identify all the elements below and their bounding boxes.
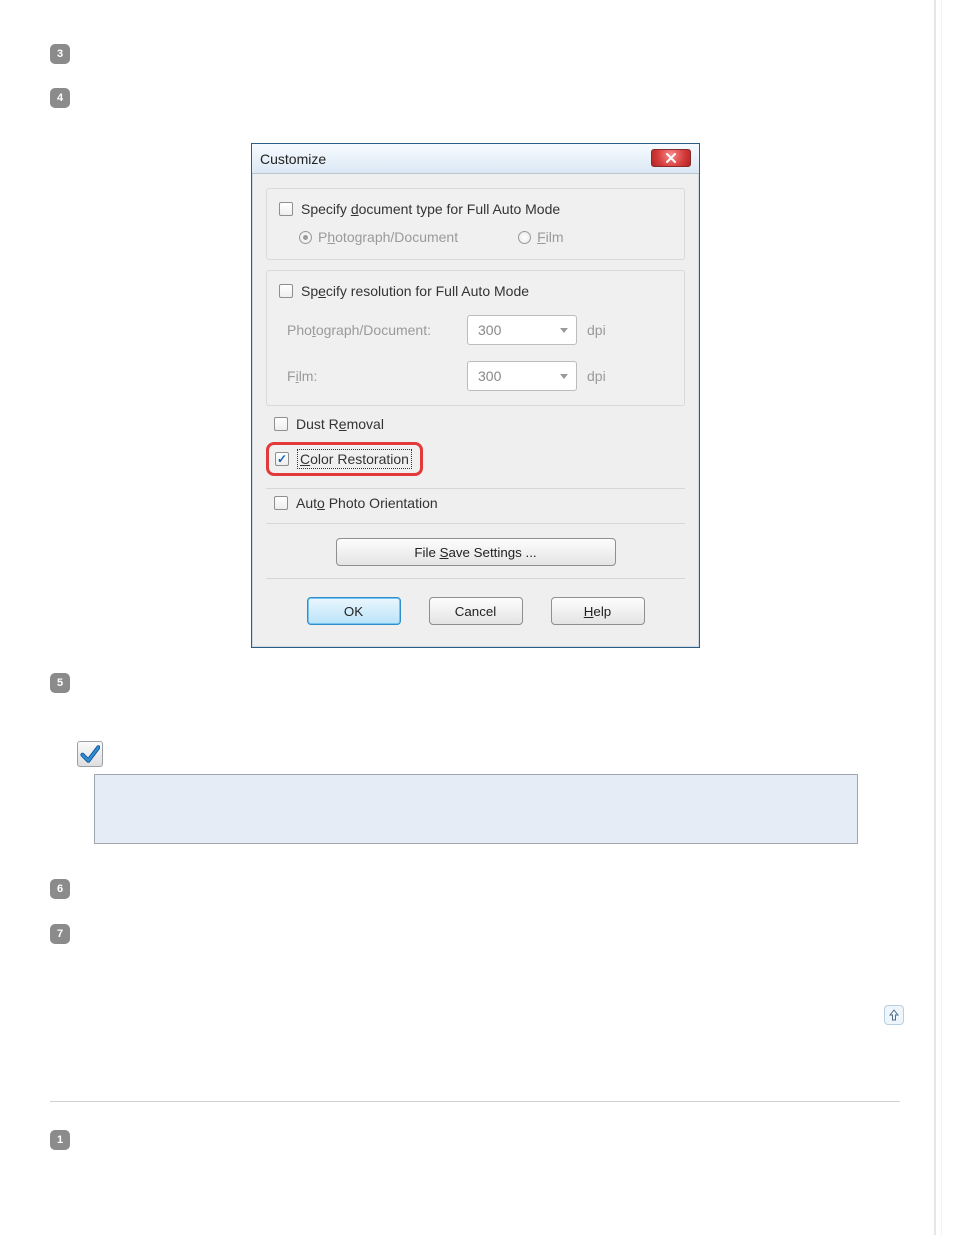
dust-removal-label: Dust Removal: [296, 416, 384, 432]
specify-doc-type-label: Specify document type for Full Auto Mode: [301, 201, 560, 217]
page-right-edge-2: [941, 0, 942, 1235]
step-badge-6: 6: [50, 879, 70, 899]
dialog-title: Customize: [260, 151, 326, 167]
res-film-label: Film:: [287, 368, 467, 384]
check-icon: [77, 741, 103, 767]
resolution-group: Specify resolution for Full Auto Mode Ph…: [266, 270, 685, 406]
arrow-up-icon: [889, 1009, 899, 1021]
auto-photo-orientation-label: Auto Photo Orientation: [296, 495, 438, 511]
divider: [266, 523, 685, 524]
chevron-down-icon: [560, 328, 568, 333]
doc-type-group: Specify document type for Full Auto Mode…: [266, 188, 685, 260]
res-photo-unit: dpi: [587, 322, 606, 338]
res-photo-value: 300: [478, 322, 501, 338]
close-button[interactable]: [651, 149, 691, 167]
customize-dialog: Customize Specify document type for Full…: [251, 143, 700, 648]
cancel-button[interactable]: Cancel: [429, 597, 523, 625]
section-divider: [50, 1101, 900, 1102]
chevron-down-icon: [560, 374, 568, 379]
file-save-settings-button[interactable]: File Save Settings ...: [336, 538, 616, 566]
step-badge-1: 1: [50, 1130, 70, 1150]
res-photo-combo[interactable]: 300: [467, 315, 577, 345]
step-badge-3: 3: [50, 44, 70, 64]
specify-resolution-label: Specify resolution for Full Auto Mode: [301, 283, 529, 299]
radio-film[interactable]: [518, 231, 531, 244]
step-badge-4: 4: [50, 88, 70, 108]
page-right-edge: [934, 0, 936, 1235]
res-film-unit: dpi: [587, 368, 606, 384]
note-box: [94, 774, 858, 844]
dialog-body: Specify document type for Full Auto Mode…: [252, 174, 699, 647]
divider: [266, 488, 685, 489]
divider: [266, 578, 685, 579]
titlebar: Customize: [252, 144, 699, 174]
specify-doc-type-checkbox[interactable]: [279, 202, 293, 216]
step-badge-5: 5: [50, 673, 70, 693]
res-film-combo[interactable]: 300: [467, 361, 577, 391]
res-photo-label: Photograph/Document:: [287, 322, 467, 338]
help-button[interactable]: Help: [551, 597, 645, 625]
close-icon: [665, 152, 677, 164]
auto-photo-orientation-checkbox[interactable]: [274, 496, 288, 510]
color-restoration-highlight: Color Restoration: [266, 442, 423, 476]
radio-photograph-document-label: Photograph/Document: [318, 229, 458, 245]
specify-resolution-checkbox[interactable]: [279, 284, 293, 298]
dust-removal-checkbox[interactable]: [274, 417, 288, 431]
ok-button[interactable]: OK: [307, 597, 401, 625]
step-badge-7: 7: [50, 924, 70, 944]
radio-film-label: Film: [537, 229, 563, 245]
color-restoration-label: Color Restoration: [297, 449, 412, 469]
radio-photograph-document[interactable]: [299, 231, 312, 244]
res-film-value: 300: [478, 368, 501, 384]
color-restoration-checkbox[interactable]: [275, 452, 289, 466]
back-to-top-button[interactable]: [884, 1005, 904, 1025]
